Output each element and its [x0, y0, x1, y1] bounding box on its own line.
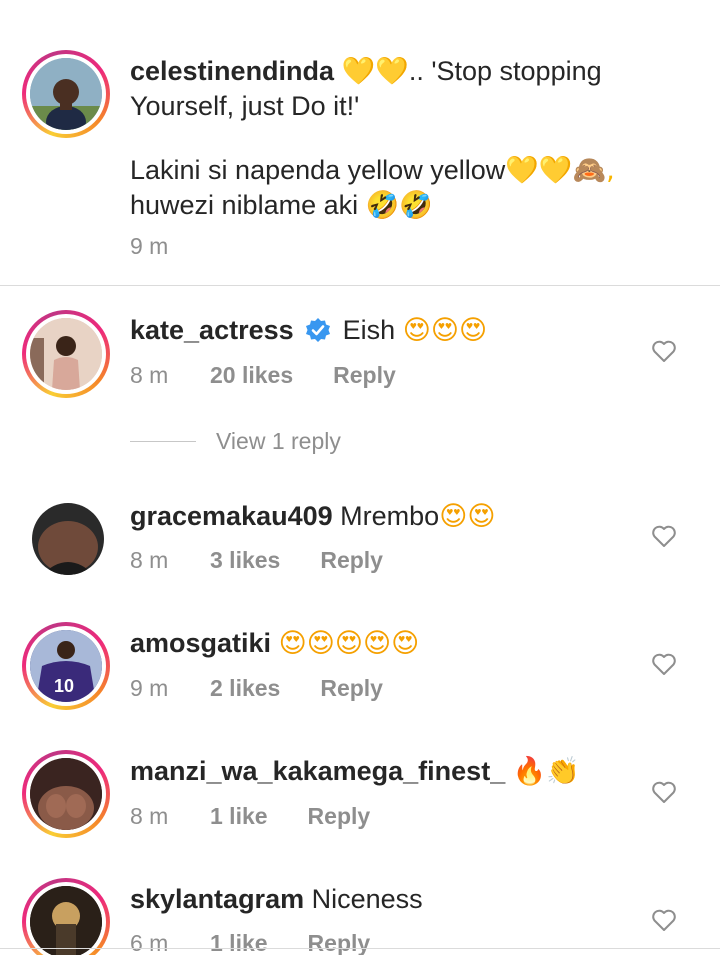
caption-comment: celestinendinda 💛💛.. 'Stop stopping Your… — [130, 54, 630, 123]
jersey-number: 10 — [54, 676, 74, 696]
heart-eyes-emoji: 😍😍 — [439, 501, 496, 532]
laughing-emoji: 🤣🤣 — [365, 190, 433, 221]
comment-text: Eish — [342, 315, 396, 345]
comment: skylantagram Niceness — [130, 882, 610, 916]
profile-photo — [32, 503, 104, 575]
comment-text: huwezi niblame aki — [130, 190, 359, 220]
verified-badge-icon — [306, 318, 331, 342]
reply-thread-line — [130, 441, 196, 442]
profile-photo — [30, 886, 102, 955]
heart-eyes-emoji: 😍😍😍😍😍 — [278, 628, 420, 659]
comment-time: 8 m — [130, 803, 169, 829]
comment-username[interactable]: manzi_wa_kakamega_finest_ — [130, 756, 505, 786]
avatar-kate-actress[interactable] — [22, 310, 110, 398]
fire-clap-emoji: 🔥👏 — [512, 756, 580, 787]
yellow-heart-emoji: 💛💛 — [341, 56, 409, 87]
view-replies-label: View 1 reply — [216, 428, 341, 454]
comment: kate_actress Eish 😍😍😍 — [130, 313, 610, 348]
heart-eyes-emoji: 😍😍😍 — [402, 315, 488, 346]
reply-button[interactable]: Reply — [320, 675, 383, 702]
profile-photo — [30, 758, 102, 830]
heart-outline-icon[interactable] — [650, 778, 678, 806]
heart-outline-icon[interactable] — [650, 906, 678, 934]
comment-time: 8 m — [130, 547, 169, 573]
yellow-heart-emoji: 💛💛🙈, — [505, 155, 615, 186]
profile-photo — [30, 58, 102, 130]
comment: amosgatiki 😍😍😍😍😍 — [130, 626, 610, 661]
comment: gracemakau409 Mrembo😍😍 — [130, 499, 610, 534]
comment-meta: 8 m 20 likes Reply — [130, 362, 396, 389]
comment-username[interactable]: celestinendinda — [130, 56, 334, 86]
comment-meta: 8 m 3 likes Reply — [130, 547, 383, 574]
reply-button[interactable]: Reply — [320, 547, 383, 574]
avatar-skylantagram[interactable] — [22, 878, 110, 955]
profile-photo — [30, 318, 102, 390]
caption-divider — [0, 285, 720, 286]
comment-time: 8 m — [130, 362, 169, 388]
comment-username[interactable]: amosgatiki — [130, 628, 271, 658]
comment-meta: 9 m 2 likes Reply — [130, 675, 383, 702]
comment-meta: 8 m 1 like Reply — [130, 803, 370, 830]
avatar-gracemakau409[interactable] — [32, 503, 104, 575]
comment-likes[interactable]: 1 like — [210, 803, 268, 830]
comment: manzi_wa_kakamega_finest_ 🔥👏 — [130, 754, 600, 789]
comment-meta: 6 m 1 like Reply — [130, 930, 370, 955]
comment-time: 9 m — [130, 675, 169, 701]
heart-outline-icon[interactable] — [650, 522, 678, 550]
view-replies-button[interactable]: View 1 reply — [130, 428, 341, 455]
comment-meta: 9 m — [130, 233, 210, 260]
comment-time: 6 m — [130, 930, 169, 955]
avatar-amosgatiki[interactable]: 10 — [22, 622, 110, 710]
comment-username[interactable]: skylantagram — [130, 884, 304, 914]
heart-outline-icon[interactable] — [650, 650, 678, 678]
bottom-divider — [0, 948, 720, 949]
comment-username[interactable]: gracemakau409 — [130, 501, 333, 531]
profile-photo: 10 — [30, 630, 102, 702]
comment-likes[interactable]: 2 likes — [210, 675, 280, 702]
caption-comment-line2: Lakini si napenda yellow yellow💛💛🙈, huwe… — [130, 153, 660, 223]
comment-likes[interactable]: 3 likes — [210, 547, 280, 574]
comment-text: Niceness — [311, 884, 423, 914]
avatar-manzi-wa-kakamega-finest[interactable] — [22, 750, 110, 838]
comment-likes[interactable]: 20 likes — [210, 362, 293, 389]
comment-text: Mrembo — [340, 501, 440, 531]
comment-likes[interactable]: 1 like — [210, 930, 268, 955]
reply-button[interactable]: Reply — [308, 803, 371, 830]
avatar-celestinendinda[interactable] — [22, 50, 110, 138]
comment-text: Lakini si napenda yellow yellow — [130, 155, 506, 185]
reply-button[interactable]: Reply — [333, 362, 396, 389]
heart-outline-icon[interactable] — [650, 337, 678, 365]
comment-username[interactable]: kate_actress — [130, 315, 294, 345]
comment-time: 9 m — [130, 233, 169, 259]
reply-button[interactable]: Reply — [308, 930, 371, 955]
